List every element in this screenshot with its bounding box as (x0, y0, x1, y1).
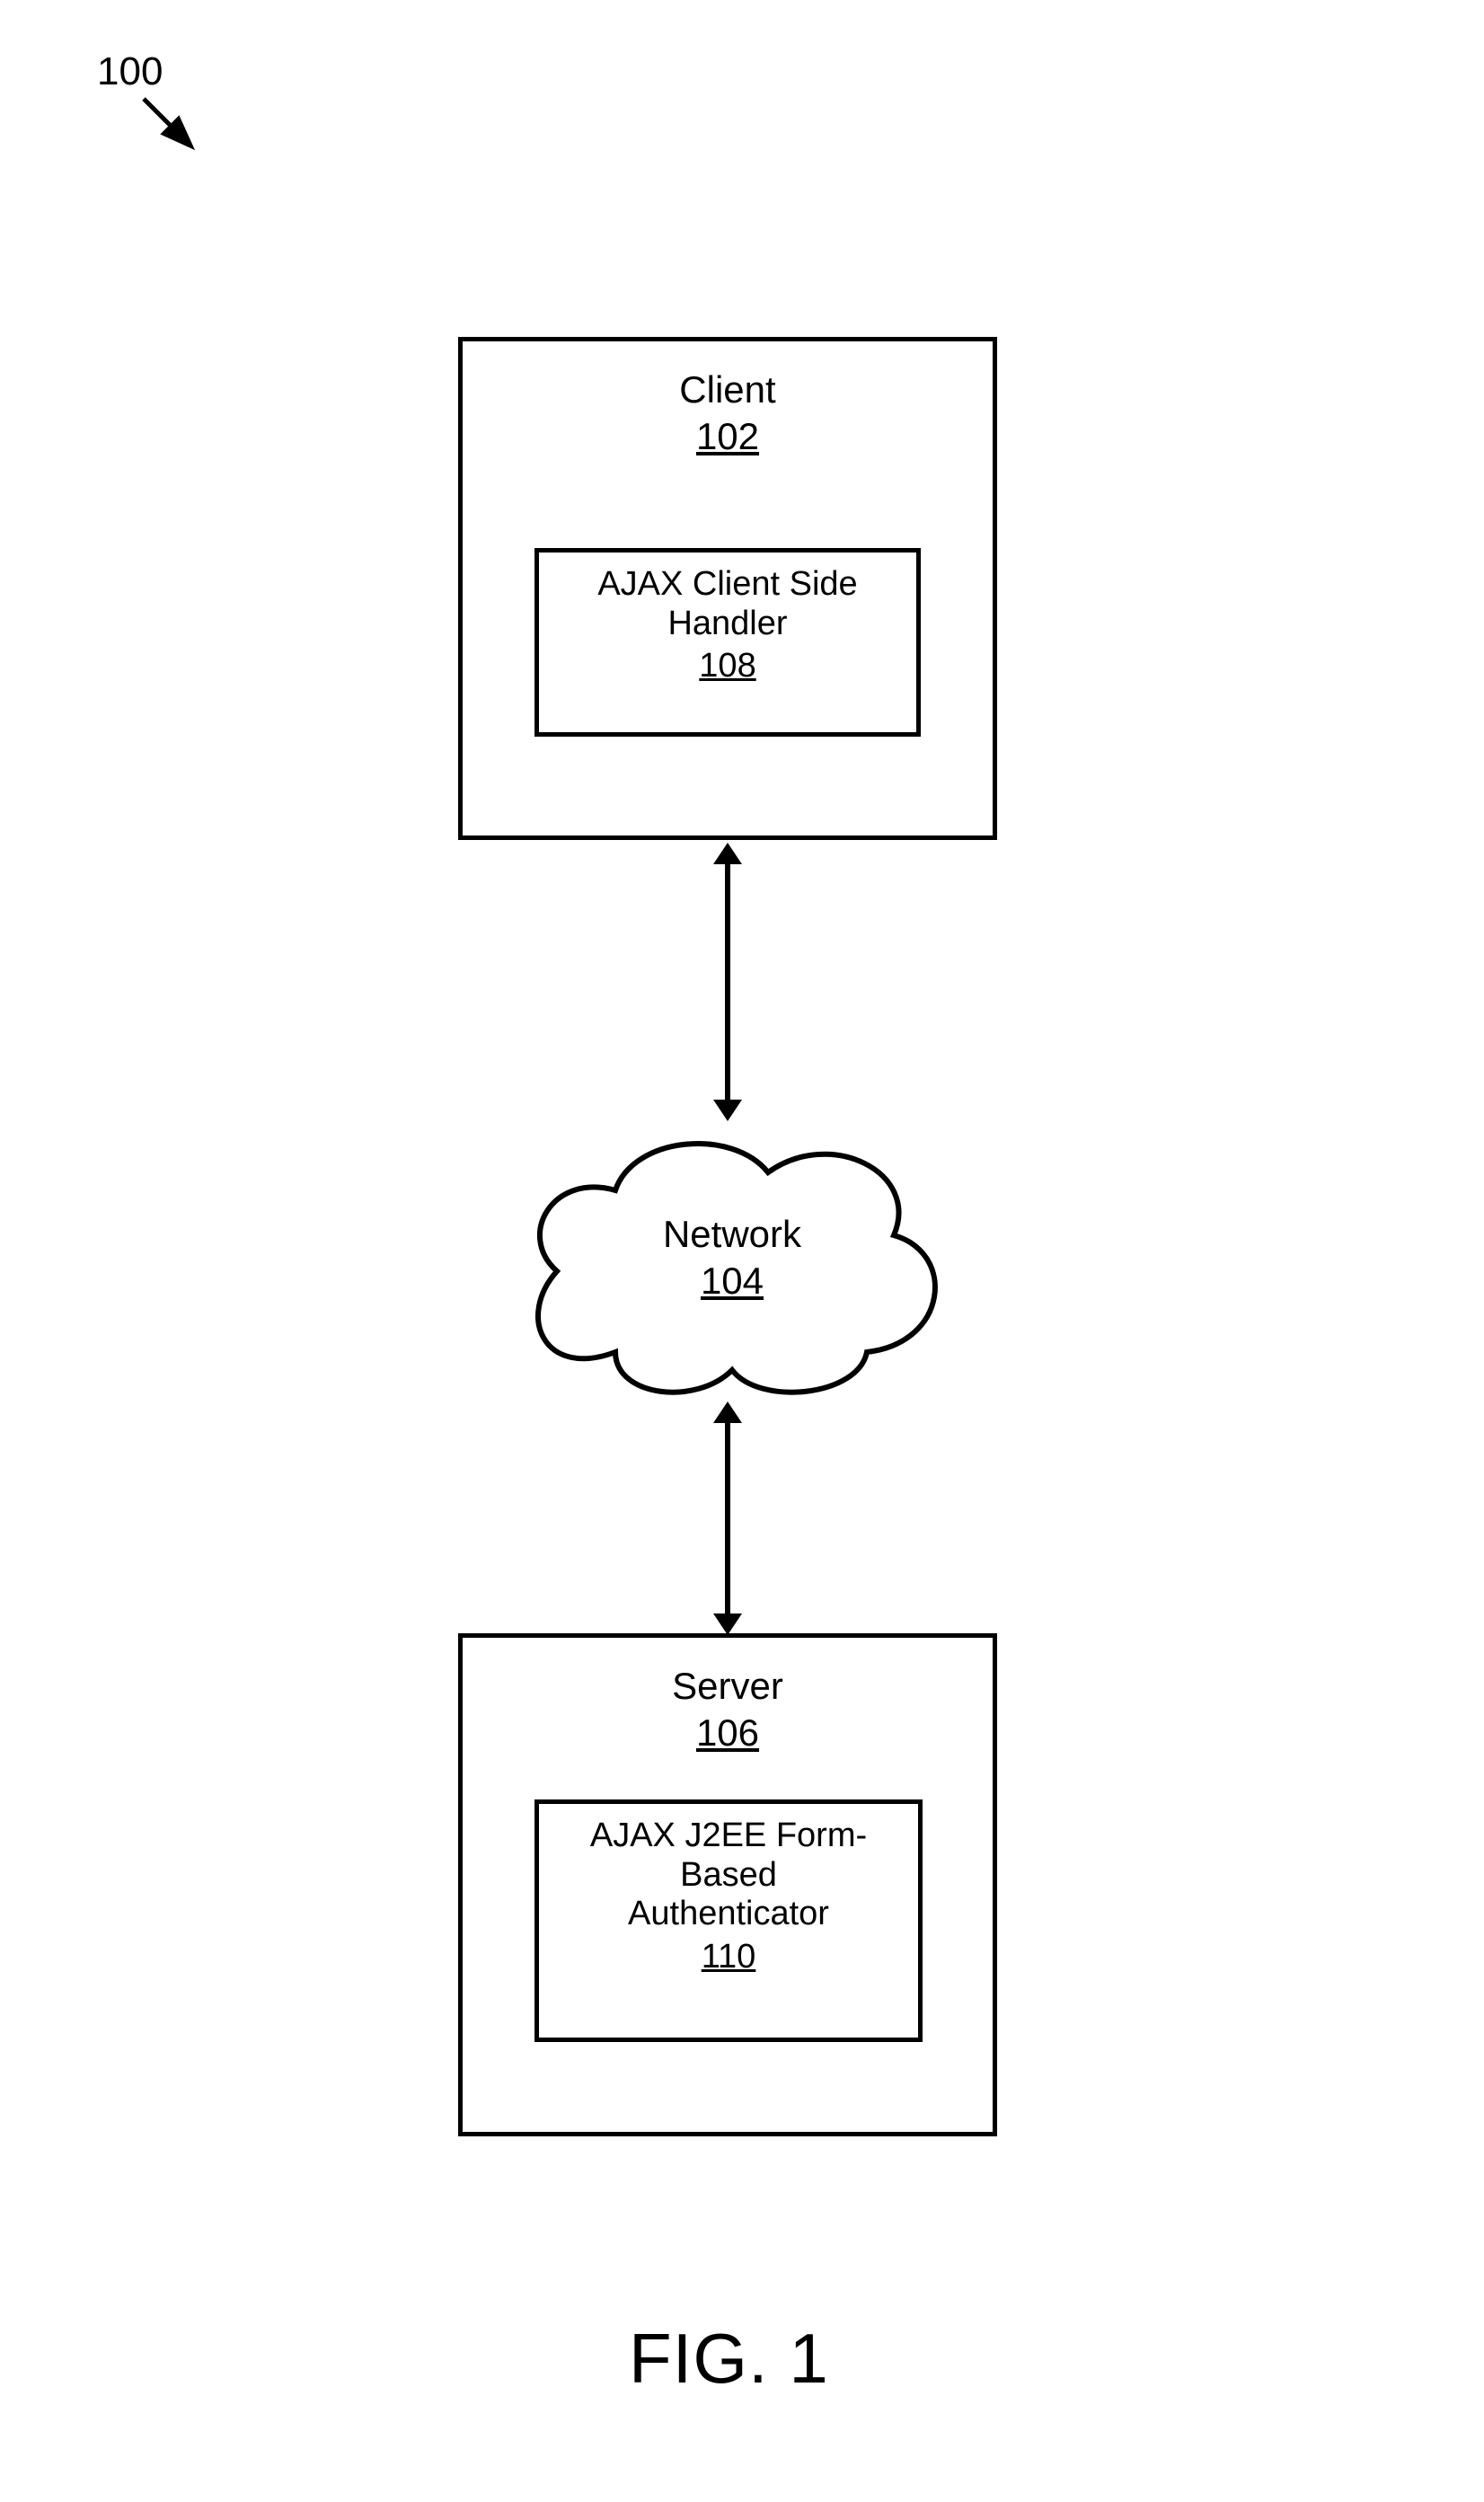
ajax-client-handler-title-line2: Handler (667, 605, 787, 642)
ajax-authenticator-title-line1: AJAX J2EE Form- (590, 1817, 867, 1854)
server-title: Server (463, 1665, 993, 1708)
server-number: 106 (463, 1711, 993, 1755)
ajax-client-handler-number: 108 (539, 647, 916, 685)
figure-caption: FIG. 1 (629, 2318, 829, 2400)
ajax-authenticator-title-line3: Authenticator (628, 1895, 829, 1932)
ajax-client-handler-box: AJAX Client Side Handler 108 (534, 548, 921, 737)
ajax-authenticator-title-line2: Based (680, 1856, 777, 1894)
ajax-authenticator-number: 110 (539, 1938, 918, 1976)
figure-ref-number: 100 (97, 49, 163, 94)
client-title: Client (463, 368, 993, 411)
client-network-connector-icon (701, 843, 755, 1121)
client-box: Client 102 AJAX Client Side Handler 108 (458, 337, 997, 840)
architecture-diagram: 100 Client 102 AJAX Client Side Handler … (0, 0, 1484, 2502)
network-number: 104 (508, 1260, 957, 1303)
ajax-authenticator-box: AJAX J2EE Form- Based Authenticator 110 (534, 1799, 923, 2042)
server-box: Server 106 AJAX J2EE Form- Based Authent… (458, 1633, 997, 2136)
client-number: 102 (463, 415, 993, 458)
network-cloud: Network 104 (508, 1110, 957, 1415)
network-server-connector-icon (701, 1401, 755, 1635)
ajax-client-handler-title-line1: AJAX Client Side (597, 565, 857, 603)
ajax-authenticator-title: AJAX J2EE Form- Based Authenticator (539, 1817, 918, 1934)
ajax-client-handler-title: AJAX Client Side Handler (539, 565, 916, 643)
network-title: Network (508, 1213, 957, 1256)
figure-ref-arrow-icon (135, 90, 216, 171)
